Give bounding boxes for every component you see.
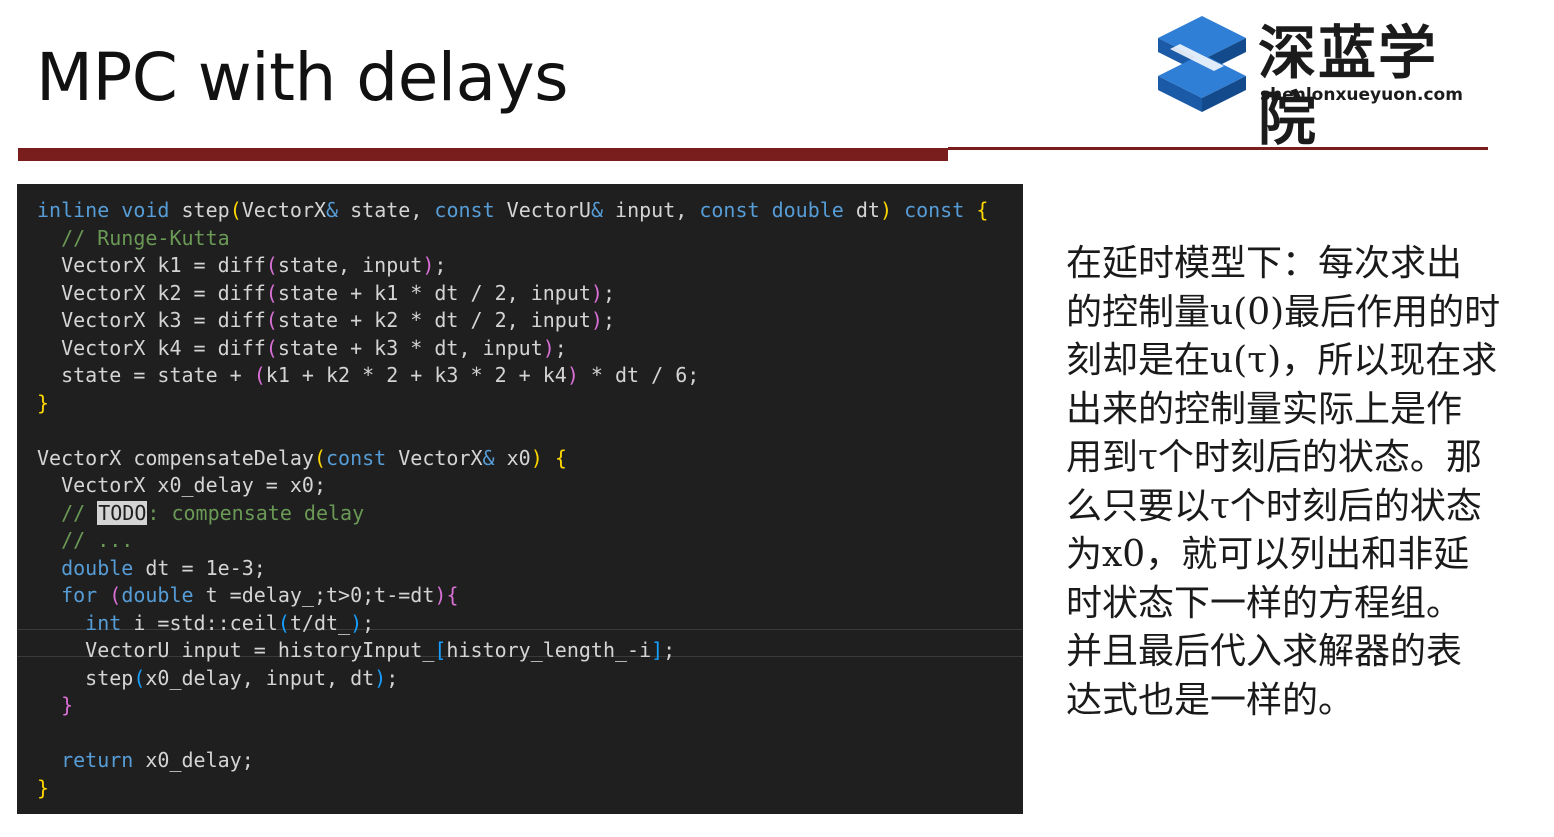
code-line: VectorX x0_delay = x0; [37, 473, 326, 497]
code-line: // ... [61, 528, 134, 552]
logo: 深蓝学院 shenlonxueyuon.com [1154, 14, 1494, 152]
description-line: 为x0，就可以列出和非延 [1066, 534, 1470, 575]
logo-url: shenlonxueyuon.com [1260, 85, 1463, 105]
description-line: 用到τ个时刻后的状态。那 [1066, 437, 1482, 478]
code-line: } [37, 775, 50, 800]
description-line: 并且最后代入求解器的表 [1066, 631, 1463, 672]
code-line: } [37, 390, 50, 415]
code-line: state = state + (k1 + k2 * 2 + k3 * 2 + … [37, 363, 700, 387]
description-line: 么只要以τ个时刻后的状态 [1066, 485, 1482, 527]
code-line: ​ [37, 417, 988, 445]
code-line: double dt = 1e-3; [61, 555, 266, 580]
description-text: 在延时模型下：每次求出 的控制量u(0)最后作用的时 刻却是在u(τ)，所以现在… [1066, 240, 1546, 725]
code-line: // TODO: compensate delay [61, 500, 365, 525]
todo-marker: TODO [97, 500, 148, 525]
shenlan-logo-icon [1158, 16, 1246, 112]
code-line: VectorX k2 = diff(state + k1 * dt / 2, i… [37, 280, 615, 305]
title-rule-thin [948, 147, 1488, 150]
code-line: int i =std::ceil(t/dt_); [85, 610, 375, 635]
title-rule-thick [18, 148, 948, 161]
description-line: 出来的控制量实际上是作 [1066, 388, 1463, 430]
code-line: VectorX k1 = diff(state, input); [37, 253, 447, 277]
code-line: for (double t =delay_;t>0;t-=dt){ [61, 583, 459, 607]
description-line: 时状态下一样的方程组。 [1066, 582, 1463, 624]
code-editor: inline void step(VectorX& state, const V… [17, 184, 1023, 814]
code-line: VectorX compensateDelay(const VectorX& x… [37, 445, 567, 470]
slide-title: MPC with delays [36, 39, 569, 116]
description-line: 达式也是一样的。 [1066, 679, 1355, 721]
code-line: VectorX k4 = diff(state + k3 * dt, input… [37, 335, 567, 360]
code-line: ​ [37, 720, 988, 748]
code-line: } [61, 693, 74, 717]
code-line: VectorU input = historyInput_[history_le… [37, 638, 676, 662]
code-line: // Runge-Kutta [61, 225, 230, 250]
description-line: 的控制量u(0)最后作用的时 [1066, 291, 1501, 333]
code-block: inline void step(VectorX& state, const V… [37, 197, 988, 802]
code-line: return x0_delay; [61, 748, 254, 772]
code-line: step(x0_delay, input, dt); [37, 665, 399, 690]
description-line: 在延时模型下：每次求出 [1066, 243, 1463, 284]
description-line: 刻却是在u(τ)，所以现在求 [1066, 340, 1498, 381]
code-line: inline void step(VectorX& state, const V… [37, 198, 989, 222]
code-line: VectorX k3 = diff(state + k2 * dt / 2, i… [37, 308, 615, 332]
